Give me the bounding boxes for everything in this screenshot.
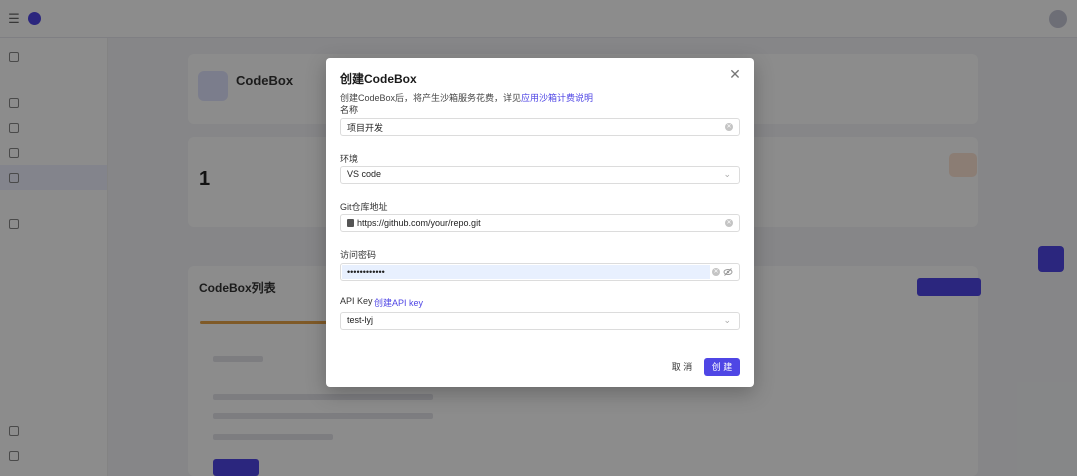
- name-label: 名称: [340, 105, 359, 115]
- dialog-description: 创建CodeBox后，将产生沙箱服务花费，详见应用沙箱计费说明: [340, 91, 593, 104]
- create-button[interactable]: 创 建: [704, 358, 740, 376]
- create-apikey-link[interactable]: 创建API key: [374, 296, 423, 309]
- dialog-description-text: 创建CodeBox后，将产生沙箱服务花费，详见: [340, 93, 522, 103]
- apikey-selected-value: test-lyj: [347, 315, 374, 325]
- git-label: Git仓库地址: [340, 202, 388, 212]
- env-selected-value: VS code: [347, 169, 382, 179]
- name-input[interactable]: [347, 120, 707, 134]
- dialog-title: 创建CodeBox: [340, 72, 417, 86]
- clear-icon[interactable]: ✕: [725, 219, 733, 227]
- close-icon[interactable]: ✕: [728, 67, 742, 81]
- env-label: 环境: [340, 154, 359, 164]
- name-field[interactable]: ✕: [340, 118, 740, 136]
- password-input[interactable]: [347, 265, 707, 279]
- clear-icon[interactable]: ✕: [725, 123, 733, 131]
- create-codebox-dialog: 创建CodeBox ✕ 创建CodeBox后，将产生沙箱服务花费，详见应用沙箱计…: [326, 58, 754, 387]
- apikey-label: API Key: [340, 296, 373, 306]
- eye-off-icon[interactable]: [723, 267, 733, 277]
- repo-icon: [347, 219, 354, 227]
- git-url-input[interactable]: [357, 216, 707, 230]
- apikey-select[interactable]: test-lyj ⌄: [340, 312, 740, 330]
- chevron-down-icon: ⌄: [723, 315, 731, 325]
- billing-doc-link[interactable]: 应用沙箱计费说明: [521, 93, 593, 103]
- clear-icon[interactable]: ✕: [712, 268, 720, 276]
- password-field[interactable]: ✕: [340, 263, 740, 281]
- cancel-button[interactable]: 取 消: [666, 358, 698, 376]
- chevron-down-icon: ⌄: [723, 169, 731, 179]
- password-label: 访问密码: [340, 250, 377, 260]
- env-select[interactable]: VS code ⌄: [340, 166, 740, 184]
- git-field[interactable]: ✕: [340, 214, 740, 232]
